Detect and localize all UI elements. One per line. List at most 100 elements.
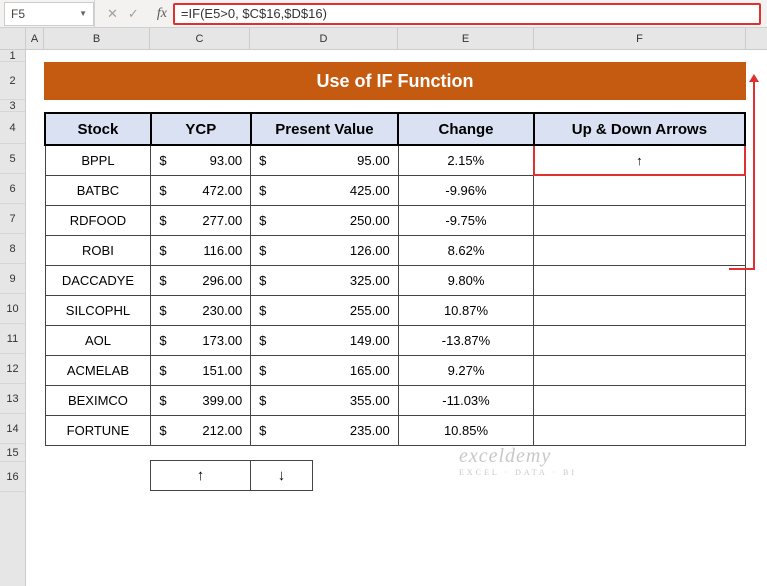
hdr-stock[interactable]: Stock — [45, 113, 151, 145]
row-header[interactable]: 6 — [0, 174, 25, 204]
row-header[interactable]: 5 — [0, 144, 25, 174]
hdr-arrows[interactable]: Up & Down Arrows — [534, 113, 745, 145]
chevron-down-icon: ▼ — [79, 9, 87, 18]
cell-stock[interactable]: SILCOPHL — [45, 295, 151, 325]
row-header[interactable]: 12 — [0, 354, 25, 384]
cell-pv[interactable]: $355.00 — [251, 385, 399, 415]
check-icon: ✓ — [128, 6, 139, 22]
cell-ycp[interactable]: $93.00 — [151, 145, 251, 175]
cell-pv[interactable]: $425.00 — [251, 175, 399, 205]
cell-change[interactable]: -9.75% — [398, 205, 534, 235]
cell-arrow[interactable] — [534, 355, 745, 385]
col-header-a[interactable]: A — [26, 28, 44, 49]
cell-change[interactable]: -13.87% — [398, 325, 534, 355]
cell-pv[interactable]: $126.00 — [251, 235, 399, 265]
cell-ycp[interactable]: $399.00 — [151, 385, 251, 415]
name-box[interactable]: F5 ▼ — [4, 2, 94, 26]
data-table: Stock YCP Present Value Change Up & Down… — [44, 112, 746, 446]
name-box-value: F5 — [11, 7, 25, 21]
cell-stock[interactable]: BATBC — [45, 175, 151, 205]
cell-arrow[interactable] — [534, 175, 745, 205]
row-header[interactable]: 11 — [0, 324, 25, 354]
cell-arrow[interactable] — [534, 205, 745, 235]
fx-icon[interactable]: fx — [151, 6, 173, 22]
hdr-pv[interactable]: Present Value — [251, 113, 399, 145]
cell-ycp[interactable]: $212.00 — [151, 415, 251, 445]
row-header[interactable]: 9 — [0, 264, 25, 294]
cell-stock[interactable]: RDFOOD — [45, 205, 151, 235]
arrow-down-cell[interactable]: ↓ — [251, 461, 313, 491]
cell-change[interactable]: -11.03% — [398, 385, 534, 415]
sheet-area: 12345678910111213141516 A B C D E F Use … — [0, 28, 767, 586]
cell-ycp[interactable]: $296.00 — [151, 265, 251, 295]
hdr-change[interactable]: Change — [398, 113, 534, 145]
row-header[interactable]: 2 — [0, 62, 25, 100]
row-header[interactable]: 16 — [0, 462, 25, 492]
cell-change[interactable]: 10.85% — [398, 415, 534, 445]
cell-ycp[interactable]: $116.00 — [151, 235, 251, 265]
cell-ycp[interactable]: $173.00 — [151, 325, 251, 355]
row-header[interactable]: 13 — [0, 384, 25, 414]
cell-pv[interactable]: $149.00 — [251, 325, 399, 355]
row-header[interactable]: 15 — [0, 444, 25, 462]
row-header[interactable]: 14 — [0, 414, 25, 444]
title-cell[interactable]: Use of IF Function — [44, 62, 746, 100]
cell-arrow[interactable] — [534, 385, 745, 415]
cell-pv[interactable]: $250.00 — [251, 205, 399, 235]
cell-change[interactable]: 2.15% — [398, 145, 534, 175]
col-header-f[interactable]: F — [534, 28, 746, 49]
row-header[interactable]: 1 — [0, 50, 25, 62]
row-header[interactable]: 8 — [0, 234, 25, 264]
cell-stock[interactable]: ROBI — [45, 235, 151, 265]
cell-stock[interactable]: DACCADYE — [45, 265, 151, 295]
col-header-c[interactable]: C — [150, 28, 250, 49]
cell-pv[interactable]: $95.00 — [251, 145, 399, 175]
cell-arrow[interactable] — [534, 235, 745, 265]
cell-pv[interactable]: $165.00 — [251, 355, 399, 385]
cell-stock[interactable]: AOL — [45, 325, 151, 355]
column-headers: A B C D E F — [26, 28, 767, 50]
formula-bar[interactable]: =IF(E5>0, $C$16,$D$16) — [173, 3, 761, 25]
cell-change[interactable]: 8.62% — [398, 235, 534, 265]
table-row: SILCOPHL$230.00$255.0010.87% — [45, 295, 745, 325]
cell-stock[interactable]: BEXIMCO — [45, 385, 151, 415]
header-row: Stock YCP Present Value Change Up & Down… — [45, 113, 745, 145]
arrow-reference-table: ↑ ↓ — [150, 460, 313, 491]
cell-stock[interactable]: FORTUNE — [45, 415, 151, 445]
cell-pv[interactable]: $235.00 — [251, 415, 399, 445]
cell-change[interactable]: 9.80% — [398, 265, 534, 295]
col-header-e[interactable]: E — [398, 28, 534, 49]
row-header[interactable]: 4 — [0, 112, 25, 144]
cell-change[interactable]: 10.87% — [398, 295, 534, 325]
cell-pv[interactable]: $255.00 — [251, 295, 399, 325]
cell-ycp[interactable]: $151.00 — [151, 355, 251, 385]
table-row: DACCADYE$296.00$325.009.80% — [45, 265, 745, 295]
hdr-ycp[interactable]: YCP — [151, 113, 251, 145]
arrow-up-cell[interactable]: ↑ — [151, 461, 251, 491]
cell-arrow[interactable]: ↑ — [534, 145, 745, 175]
cell-ycp[interactable]: $277.00 — [151, 205, 251, 235]
select-all-corner[interactable] — [0, 28, 25, 50]
cell-change[interactable]: -9.96% — [398, 175, 534, 205]
row-header[interactable]: 3 — [0, 100, 25, 112]
cell-change[interactable]: 9.27% — [398, 355, 534, 385]
cell-arrow[interactable] — [534, 415, 745, 445]
cell-stock[interactable]: ACMELAB — [45, 355, 151, 385]
cell-pv[interactable]: $325.00 — [251, 265, 399, 295]
table-row: ROBI$116.00$126.008.62% — [45, 235, 745, 265]
row-header[interactable]: 7 — [0, 204, 25, 234]
cell-arrow[interactable] — [534, 325, 745, 355]
formula-text: =IF(E5>0, $C$16,$D$16) — [181, 6, 327, 21]
cell-arrow[interactable] — [534, 295, 745, 325]
cell-arrow[interactable] — [534, 265, 745, 295]
table-row: BPPL$93.00$95.002.15%↑ — [45, 145, 745, 175]
callout-arrow-hz — [729, 268, 755, 270]
col-header-d[interactable]: D — [250, 28, 398, 49]
cell-stock[interactable]: BPPL — [45, 145, 151, 175]
table-row: AOL$173.00$149.00-13.87% — [45, 325, 745, 355]
grid[interactable]: A B C D E F Use of IF Function Stock YCP… — [26, 28, 767, 586]
cell-ycp[interactable]: $472.00 — [151, 175, 251, 205]
cell-ycp[interactable]: $230.00 — [151, 295, 251, 325]
row-header[interactable]: 10 — [0, 294, 25, 324]
col-header-b[interactable]: B — [44, 28, 150, 49]
